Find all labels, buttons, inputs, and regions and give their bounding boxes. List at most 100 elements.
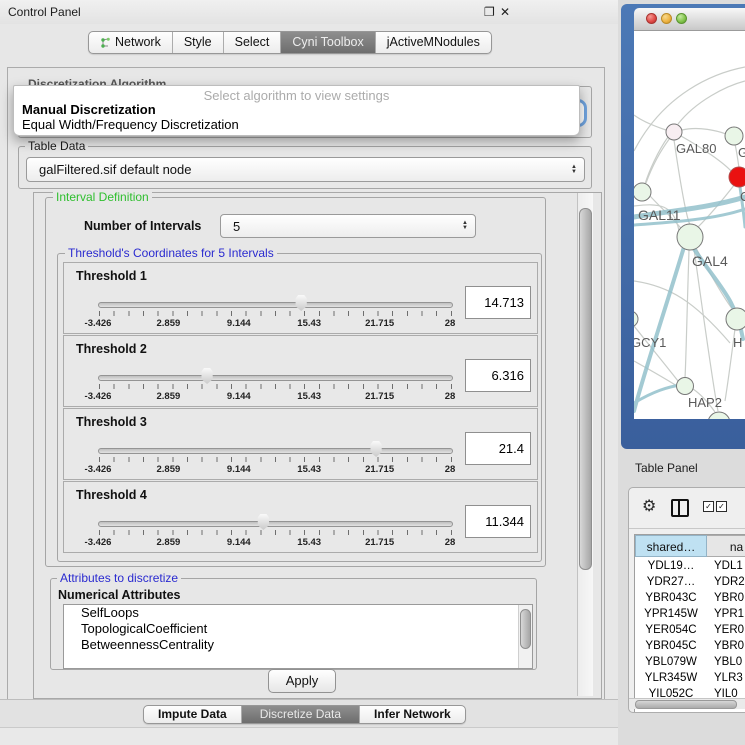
table-data-combobox[interactable]: galFiltered.sif default node ▲▼ xyxy=(26,157,585,182)
cell-shared-name[interactable]: YLR345W xyxy=(635,670,707,686)
network-view-window[interactable]: GAL80 GA C GAL11 GAL4 H GCY1 HAP2 xyxy=(621,4,745,449)
cell-shared-name[interactable]: YPR145W xyxy=(635,606,707,622)
slider-tick-label: 2.859 xyxy=(133,391,203,402)
column-header-shared-name[interactable]: shared… xyxy=(635,535,707,557)
attribute-list-item[interactable]: SelfLoops xyxy=(64,605,532,621)
cell-name[interactable]: YER0 xyxy=(714,622,744,638)
table-row[interactable]: YDL19… YDL1 xyxy=(635,558,745,574)
table-row[interactable]: YPR145W YPR1 xyxy=(635,606,745,622)
table-row[interactable]: YBL079W YBL0 xyxy=(635,654,745,670)
threshold-4-slider-thumb[interactable] xyxy=(256,513,270,530)
close-window-icon[interactable] xyxy=(646,13,657,24)
cell-shared-name[interactable]: YBR043C xyxy=(635,590,707,606)
gear-icon[interactable]: ⚙ xyxy=(642,496,656,516)
columns-icon[interactable] xyxy=(671,499,689,517)
cell-name[interactable]: YBR0 xyxy=(714,590,744,606)
tab-discretize-data[interactable]: Discretize Data xyxy=(241,706,359,723)
application-window: Control Panel ❐ ✕ Network Style Select C… xyxy=(0,0,745,745)
network-node-partial-right[interactable] xyxy=(726,308,745,330)
network-node-gal80[interactable] xyxy=(666,124,682,140)
table-row[interactable]: YLR345W YLR3 xyxy=(635,670,745,686)
network-node-partial-bottom[interactable] xyxy=(708,412,730,419)
slider-tick-label: 21.715 xyxy=(345,537,415,548)
attribute-list-item[interactable]: TopologicalCoefficient xyxy=(64,621,532,637)
tab-impute-data[interactable]: Impute Data xyxy=(144,706,241,723)
numerical-attributes-list[interactable]: SelfLoopsTopologicalCoefficientBetweenne… xyxy=(63,604,533,669)
table-row[interactable]: YBR045C YBR0 xyxy=(635,638,745,654)
tab-network[interactable]: Network xyxy=(89,32,172,53)
cell-name[interactable]: YDR2 xyxy=(714,574,745,590)
cell-name[interactable]: YBR0 xyxy=(714,638,744,654)
table-row[interactable]: YBR043C YBR0 xyxy=(635,590,745,606)
number-of-intervals-combobox[interactable]: 5 ▲▼ xyxy=(220,214,476,238)
threshold-3-slider-thumb[interactable] xyxy=(369,440,383,457)
threshold-1-value-field[interactable]: 14.713 xyxy=(465,286,531,319)
select-none-checkbox-icon[interactable]: ✓ xyxy=(716,501,727,512)
node-label-gal80: GAL80 xyxy=(676,141,716,156)
cell-shared-name[interactable]: YBR045C xyxy=(635,638,707,654)
cell-name[interactable]: YBL0 xyxy=(714,654,742,670)
threshold-2-slider-thumb[interactable] xyxy=(200,367,214,384)
network-node-gcy1[interactable] xyxy=(634,311,638,327)
threshold-1-slider-thumb[interactable] xyxy=(294,294,308,311)
table-row[interactable]: YER054C YER0 xyxy=(635,622,745,638)
attributes-list-scrollbar[interactable] xyxy=(518,605,532,668)
network-canvas[interactable]: GAL80 GA C GAL11 GAL4 H GCY1 HAP2 xyxy=(634,31,745,419)
float-panel-icon[interactable]: ❐ xyxy=(484,5,495,19)
cell-name[interactable]: YLR3 xyxy=(714,670,743,686)
slider-tick-label: 2.859 xyxy=(133,537,203,548)
column-header-name[interactable]: na xyxy=(707,535,745,557)
threshold-2-value-field[interactable]: 6.316 xyxy=(465,359,531,392)
table-horizontal-scrollbar[interactable] xyxy=(629,698,745,709)
threshold-row-3: Threshold 3 -3.4262.8599.14415.4321.7152… xyxy=(63,408,538,480)
minimize-window-icon[interactable] xyxy=(661,13,672,24)
number-of-intervals-value: 5 xyxy=(221,219,462,234)
select-all-checkbox-icon[interactable]: ✓ xyxy=(703,501,714,512)
threshold-row-2: Threshold 2 -3.4262.8599.14415.4321.7152… xyxy=(63,335,538,407)
network-window-titlebar[interactable] xyxy=(634,8,745,31)
dropdown-item-equal-width[interactable]: Equal Width/Frequency Discretization xyxy=(22,117,239,132)
zoom-window-icon[interactable] xyxy=(676,13,687,24)
network-node-red[interactable] xyxy=(729,167,745,187)
threshold-2-label: Threshold 2 xyxy=(76,342,147,356)
dropdown-item-manual-discretization[interactable]: Manual Discretization xyxy=(22,102,156,117)
threshold-1-slider-track[interactable] xyxy=(98,302,453,308)
cell-name[interactable]: YDL1 xyxy=(714,558,743,574)
cell-shared-name[interactable]: YBL079W xyxy=(635,654,707,670)
table-row[interactable]: YDR27… YDR2 xyxy=(635,574,745,590)
cell-shared-name[interactable]: YDL19… xyxy=(635,558,707,574)
threshold-row-1: Threshold 1 -3.4262.8599.14415.4321.7152… xyxy=(63,262,538,334)
tab-jactivemnodules[interactable]: jActiveMNodules xyxy=(375,32,491,53)
node-attribute-table: shared… na YDL19…YDL1YDR27…YDR2YBR043CYB… xyxy=(634,534,745,712)
network-node-hap2[interactable] xyxy=(677,378,694,395)
slider-tick-label: 21.715 xyxy=(345,318,415,329)
threshold-4-slider-track[interactable] xyxy=(98,521,453,527)
tab-select[interactable]: Select xyxy=(223,32,281,53)
cell-shared-name[interactable]: YDR27… xyxy=(635,574,707,590)
thresholds-group-title: Threshold's Coordinates for 5 Intervals xyxy=(65,247,277,260)
node-label-gcy1: GCY1 xyxy=(634,335,666,350)
table-hscrollbar-thumb[interactable] xyxy=(635,700,737,709)
settings-vertical-scrollbar[interactable] xyxy=(577,193,593,696)
cell-shared-name[interactable]: YER054C xyxy=(635,622,707,638)
apply-button[interactable]: Apply xyxy=(268,669,336,693)
network-node-gal4[interactable] xyxy=(677,224,703,250)
dropdown-hint-item[interactable]: Select algorithm to view settings xyxy=(14,88,579,103)
network-node-gal11[interactable] xyxy=(634,183,651,201)
close-panel-icon[interactable]: ✕ xyxy=(500,5,510,19)
slider-tick-label: 28 xyxy=(415,537,485,548)
tab-style[interactable]: Style xyxy=(172,32,223,53)
threshold-3-value-field[interactable]: 21.4 xyxy=(465,432,531,465)
threshold-2-slider-track[interactable] xyxy=(98,375,453,381)
attributes-list-scrollbar-thumb[interactable] xyxy=(520,609,531,649)
network-node-partial-top[interactable] xyxy=(725,127,743,145)
threshold-3-slider-track[interactable] xyxy=(98,448,453,454)
tab-cyni-toolbox[interactable]: Cyni Toolbox xyxy=(280,32,374,53)
threshold-4-value-field[interactable]: 11.344 xyxy=(465,505,531,538)
attribute-list-item[interactable]: BetweennessCentrality xyxy=(64,637,532,653)
settings-scrollbar-thumb[interactable] xyxy=(579,208,592,570)
cell-name[interactable]: YPR1 xyxy=(714,606,744,622)
table-panel-toolbar: ⚙ ✓ ✓ xyxy=(629,488,745,529)
node-label-partial-top: GA xyxy=(738,145,745,160)
tab-infer-network[interactable]: Infer Network xyxy=(359,706,465,723)
